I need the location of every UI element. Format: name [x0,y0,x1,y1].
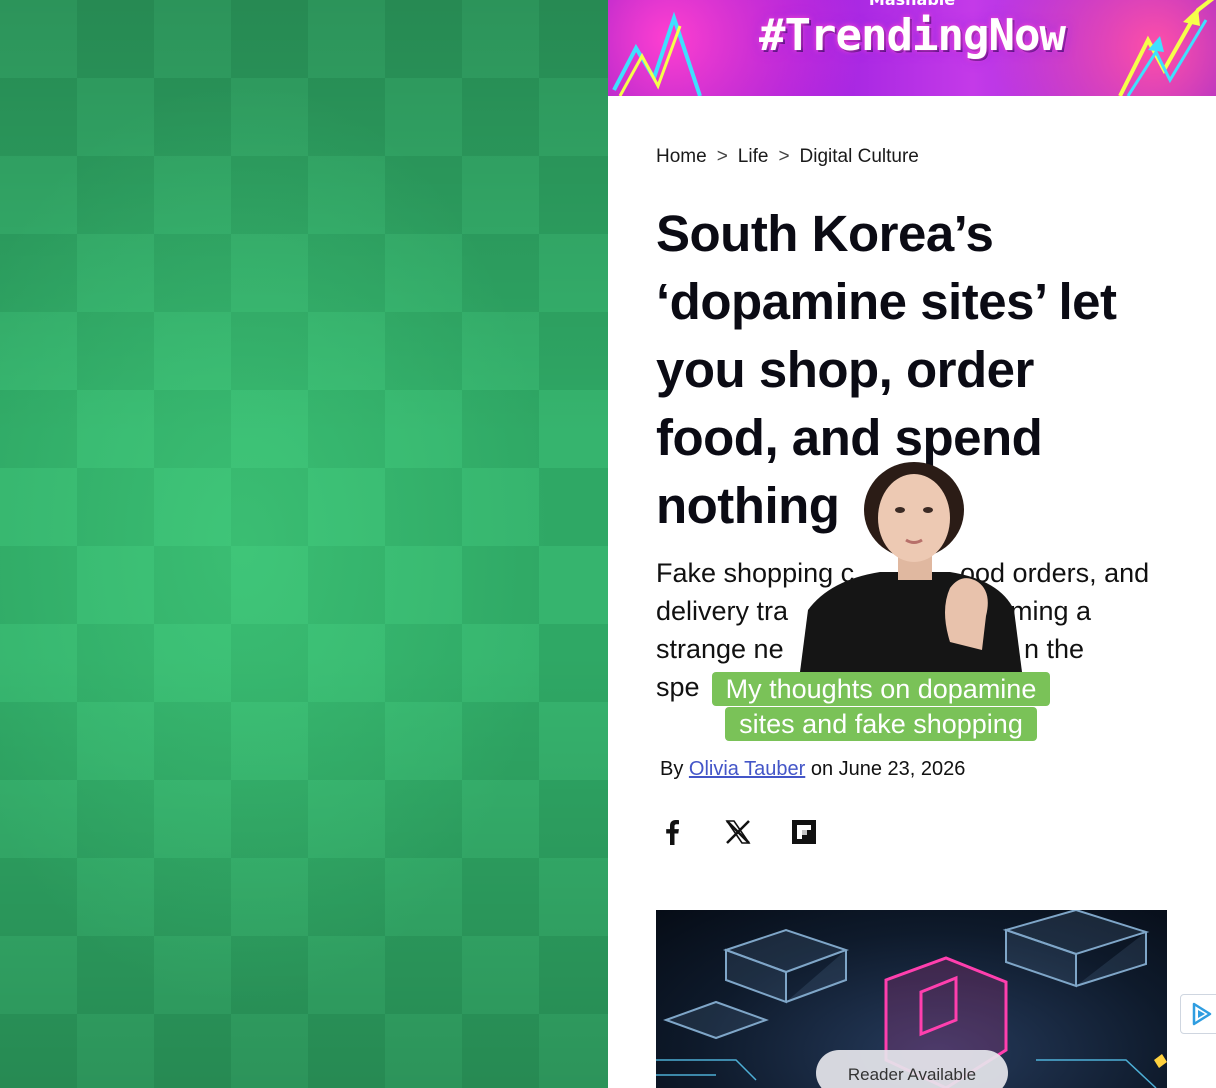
presenter-video-overlay [800,460,1022,672]
breadcrumb-digital-culture[interactable]: Digital Culture [800,146,919,167]
trending-now-banner[interactable]: Mashable #TrendingNow [608,0,1216,96]
x-icon [725,820,751,844]
facebook-icon [666,820,679,845]
breadcrumb: Home > Life > Digital Culture [656,146,919,168]
headline-line: food, and spend [656,409,1043,466]
flipboard-share-button[interactable] [788,816,820,848]
breadcrumb-home[interactable]: Home [656,146,707,167]
caption-line: sites and fake shopping [725,707,1037,741]
byline-prefix: By [660,758,684,780]
facebook-share-button[interactable] [656,816,688,848]
caption-line: My thoughts on dopamine [711,672,1051,706]
video-caption: My thoughts on dopamine sites and fake s… [696,672,1066,742]
ad-choices-badge[interactable] [1180,994,1216,1034]
breadcrumb-separator: > [778,146,790,167]
adchoices-play-icon [1192,1002,1212,1026]
presenter-figure [800,462,1022,672]
dek-fragment: strange ne [656,634,784,664]
breadcrumb-life[interactable]: Life [738,146,769,167]
banner-brand-name: Mashable [608,0,1216,9]
author-link[interactable]: Olivia Tauber [689,758,805,780]
breadcrumb-separator: > [716,146,728,167]
publish-date: on June 23, 2026 [810,758,966,780]
headline-line: you shop, order [656,341,1034,398]
article-byline: By Olivia Tauber on June 23, 2026 [660,758,965,781]
dek-fragment: n the [1024,634,1085,664]
dek-fragment: delivery tra [656,596,789,626]
dek-fragment: ming a [1010,596,1092,626]
flipboard-icon [792,820,816,844]
dek-fragment: spe [656,672,700,702]
banner-hashtag: #TrendingNow [759,10,1066,61]
x-share-button[interactable] [722,816,754,848]
headline-line: South Korea’s [656,205,994,262]
reader-available-pill[interactable]: Reader Available [816,1050,1008,1088]
headline-line: ‘dopamine sites’ let [656,273,1117,330]
green-checkerboard-background [0,0,608,1088]
